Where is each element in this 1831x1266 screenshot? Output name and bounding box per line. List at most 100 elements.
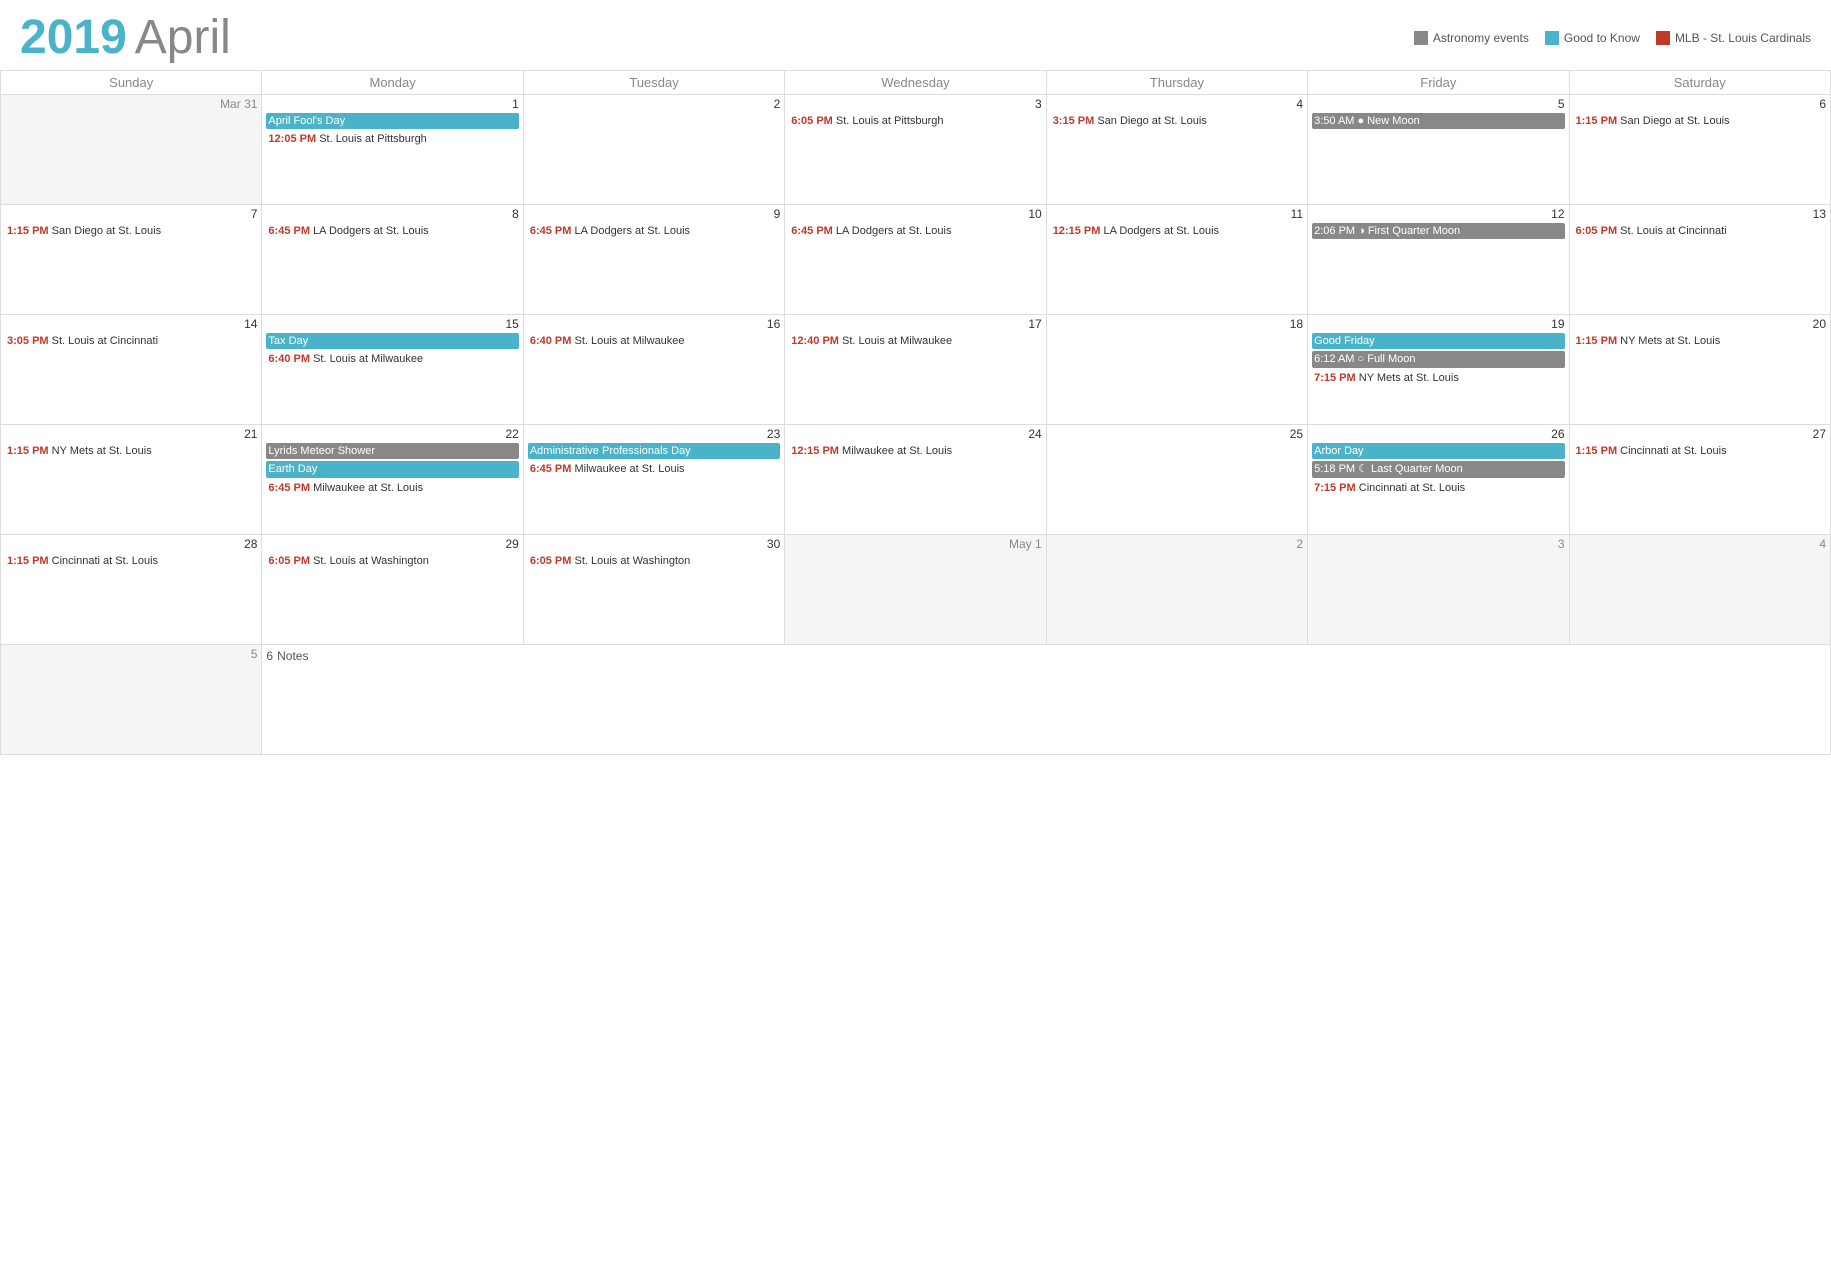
astronomy-color-box: [1414, 31, 1428, 45]
cell-apr29: 29 6:05 PM St. Louis at Washington: [262, 535, 523, 645]
calendar-row-week3: 14 3:05 PM St. Louis at Cincinnati 15 Ta…: [1, 315, 1831, 425]
event-mlb-apr6: 1:15 PM San Diego at St. Louis: [1574, 113, 1826, 129]
day-number: 18: [1051, 317, 1303, 333]
cell-apr4: 4 3:15 PM San Diego at St. Louis: [1046, 95, 1307, 205]
cell-apr19: 19 Good Friday 6:12 AM ○ Full Moon 7:15 …: [1308, 315, 1569, 425]
month-label: April: [135, 10, 231, 65]
calendar-title: 2019 April: [20, 10, 231, 65]
event-mlb-apr30: 6:05 PM St. Louis at Washington: [528, 553, 780, 569]
col-tuesday: Tuesday: [523, 71, 784, 95]
day-number: 16: [528, 317, 780, 333]
day-number: 2: [528, 97, 780, 113]
cell-apr27: 27 1:15 PM Cincinnati at St. Louis: [1569, 425, 1830, 535]
cell-apr17: 17 12:40 PM St. Louis at Milwaukee: [785, 315, 1046, 425]
day-number: 6: [1574, 97, 1826, 113]
event-april-fools: April Fool's Day: [266, 113, 518, 129]
cell-apr6: 6 1:15 PM San Diego at St. Louis: [1569, 95, 1830, 205]
cell-apr2: 2: [523, 95, 784, 205]
event-mlb-apr14: 3:05 PM St. Louis at Cincinnati: [5, 333, 257, 349]
mlb-label: MLB - St. Louis Cardinals: [1675, 31, 1811, 45]
day-number: 4: [1051, 97, 1303, 113]
event-mlb-apr9: 6:45 PM LA Dodgers at St. Louis: [528, 223, 780, 239]
day-number: 3: [1312, 537, 1564, 553]
event-mlb-apr3: 6:05 PM St. Louis at Pittsburgh: [789, 113, 1041, 129]
cell-may4: 4: [1569, 535, 1830, 645]
event-mlb-apr27: 1:15 PM Cincinnati at St. Louis: [1574, 443, 1826, 459]
cell-apr26: 26 Arbor Day 5:18 PM ☾ Last Quarter Moon…: [1308, 425, 1569, 535]
cell-apr18: 18: [1046, 315, 1307, 425]
day-number: 10: [789, 207, 1041, 223]
cell-apr25: 25: [1046, 425, 1307, 535]
col-thursday: Thursday: [1046, 71, 1307, 95]
event-arbor-day: Arbor Day: [1312, 443, 1564, 459]
event-mlb-apr24: 12:15 PM Milwaukee at St. Louis: [789, 443, 1041, 459]
cell-apr15: 15 Tax Day 6:40 PM St. Louis at Milwauke…: [262, 315, 523, 425]
cell-may5: 5: [1, 645, 262, 755]
event-last-quarter-moon: 5:18 PM ☾ Last Quarter Moon: [1312, 461, 1564, 477]
event-full-moon: 6:12 AM ○ Full Moon: [1312, 351, 1564, 367]
day-number: 13: [1574, 207, 1826, 223]
event-mlb-apr21: 1:15 PM NY Mets at St. Louis: [5, 443, 257, 459]
goodtoknow-color-box: [1545, 31, 1559, 45]
cell-apr23: 23 Administrative Professionals Day 6:45…: [523, 425, 784, 535]
goodtoknow-label: Good to Know: [1564, 31, 1640, 45]
legend-astronomy: Astronomy events: [1414, 31, 1529, 45]
cell-apr24: 24 12:15 PM Milwaukee at St. Louis: [785, 425, 1046, 535]
event-new-moon: 3:50 AM ● New Moon: [1312, 113, 1564, 129]
calendar-row-week1: Mar 31 1 April Fool's Day 12:05 PM St. L…: [1, 95, 1831, 205]
notes-cell: 6 Notes: [262, 645, 1831, 755]
day-number: 15: [266, 317, 518, 333]
day-number: 11: [1051, 207, 1303, 223]
cell-apr9: 9 6:45 PM LA Dodgers at St. Louis: [523, 205, 784, 315]
cell-apr10: 10 6:45 PM LA Dodgers at St. Louis: [785, 205, 1046, 315]
cell-apr21: 21 1:15 PM NY Mets at St. Louis: [1, 425, 262, 535]
day-number: 27: [1574, 427, 1826, 443]
day-number: 22: [266, 427, 518, 443]
cell-apr22: 22 Lyrids Meteor Shower Earth Day 6:45 P…: [262, 425, 523, 535]
col-monday: Monday: [262, 71, 523, 95]
day-number: 7: [5, 207, 257, 223]
cell-may2: 2: [1046, 535, 1307, 645]
event-mlb-apr13: 6:05 PM St. Louis at Cincinnati: [1574, 223, 1826, 239]
col-wednesday: Wednesday: [785, 71, 1046, 95]
legend-goodtoknow: Good to Know: [1545, 31, 1640, 45]
day-number: 23: [528, 427, 780, 443]
cell-mar31: Mar 31: [1, 95, 262, 205]
event-mlb-apr29: 6:05 PM St. Louis at Washington: [266, 553, 518, 569]
day-number: 2: [1051, 537, 1303, 553]
event-mlb-apr19: 7:15 PM NY Mets at St. Louis: [1312, 370, 1564, 386]
cell-apr5: 5 3:50 AM ● New Moon: [1308, 95, 1569, 205]
calendar-row-week5: 28 1:15 PM Cincinnati at St. Louis 29 6:…: [1, 535, 1831, 645]
day-number: 30: [528, 537, 780, 553]
event-mlb-apr23: 6:45 PM Milwaukee at St. Louis: [528, 461, 780, 477]
col-sunday: Sunday: [1, 71, 262, 95]
event-mlb-apr4: 3:15 PM San Diego at St. Louis: [1051, 113, 1303, 129]
day-number: 19: [1312, 317, 1564, 333]
event-lyrids: Lyrids Meteor Shower: [266, 443, 518, 459]
event-mlb-apr8: 6:45 PM LA Dodgers at St. Louis: [266, 223, 518, 239]
day-number: 1: [266, 97, 518, 113]
day-number: 5: [5, 647, 257, 663]
cell-may1: May 1: [785, 535, 1046, 645]
day-number: 4: [1574, 537, 1826, 553]
year-label: 2019: [20, 10, 127, 65]
day-number: 14: [5, 317, 257, 333]
day-number: 26: [1312, 427, 1564, 443]
calendar-row-week2: 7 1:15 PM San Diego at St. Louis 8 6:45 …: [1, 205, 1831, 315]
day-number: 9: [528, 207, 780, 223]
event-mlb-apr22: 6:45 PM Milwaukee at St. Louis: [266, 480, 518, 496]
day-number: 5: [1312, 97, 1564, 113]
event-mlb-apr28: 1:15 PM Cincinnati at St. Louis: [5, 553, 257, 569]
event-mlb-apr7: 1:15 PM San Diego at St. Louis: [5, 223, 257, 239]
day-number: Mar 31: [5, 97, 257, 113]
cell-apr11: 11 12:15 PM LA Dodgers at St. Louis: [1046, 205, 1307, 315]
day-number: 28: [5, 537, 257, 553]
legend-mlb: MLB - St. Louis Cardinals: [1656, 31, 1811, 45]
cell-apr30: 30 6:05 PM St. Louis at Washington: [523, 535, 784, 645]
day-number: 21: [5, 427, 257, 443]
day-number: 25: [1051, 427, 1303, 443]
astronomy-label: Astronomy events: [1433, 31, 1529, 45]
event-first-quarter-moon: 2:06 PM ◑ First Quarter Moon: [1312, 223, 1564, 239]
cell-apr3: 3 6:05 PM St. Louis at Pittsburgh: [785, 95, 1046, 205]
cell-apr28: 28 1:15 PM Cincinnati at St. Louis: [1, 535, 262, 645]
